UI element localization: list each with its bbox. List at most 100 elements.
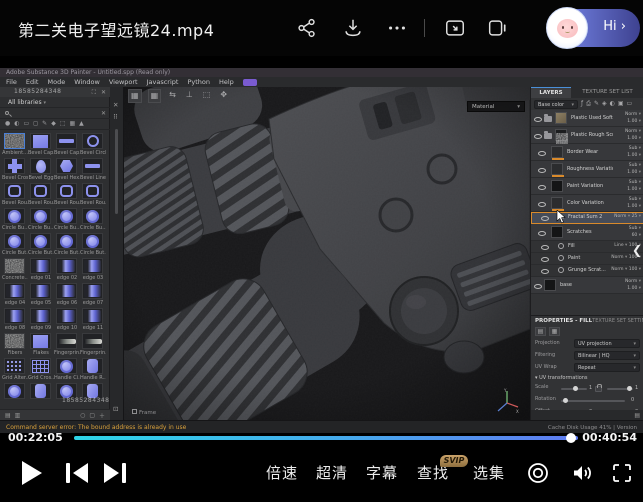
shelf-scrollbar[interactable] <box>115 129 118 214</box>
stamp-icon[interactable]: ⎙ <box>586 101 591 107</box>
menu-item-viewport[interactable]: Viewport <box>109 78 138 86</box>
erase-tool-icon[interactable]: ▦ <box>148 89 162 103</box>
projection-dropdown[interactable]: UV projection▾ <box>574 339 640 348</box>
visibility-eye-icon[interactable] <box>541 255 549 263</box>
asset-item[interactable]: Circle But... <box>54 232 80 257</box>
panel-collapse-handle[interactable]: ❮ <box>632 243 642 257</box>
asset-item[interactable]: Flakes <box>28 332 54 357</box>
layer-row-plastic-rough-scratched[interactable]: Plastic Rough ScratchedNorm ▾1.00 ▾ <box>531 127 643 144</box>
tab-texture-set-settings[interactable]: TEXTURE SET SETTINGS <box>592 316 643 326</box>
materials-filter-icon[interactable]: ◆ <box>51 121 56 127</box>
close-icon[interactable]: ✕ <box>113 101 118 109</box>
asset-item[interactable]: edge 11 <box>80 307 106 332</box>
quality-button[interactable]: 超清 <box>312 443 352 502</box>
layer-effect-paint[interactable]: PaintNorm ▾ 100 ▾ <box>531 253 643 265</box>
asset-item[interactable]: Concrete... <box>2 257 28 282</box>
scale-y-slider[interactable] <box>607 388 633 390</box>
panel-close-icon[interactable]: ✕ <box>101 89 106 96</box>
asset-item[interactable]: edge 03 <box>80 257 106 282</box>
asset-item[interactable]: Grid Alter... <box>2 357 28 382</box>
asset-item[interactable]: Bevel Rou... <box>28 182 54 207</box>
blend-opacity[interactable]: Norm ▾1.00 ▾ <box>625 129 641 143</box>
asset-item[interactable]: Bevel Rou... <box>54 182 80 207</box>
stencils-filter-icon[interactable]: ◻ <box>33 121 38 127</box>
asset-item[interactable] <box>28 382 54 407</box>
layer-thumbnail[interactable] <box>551 197 563 209</box>
asset-item[interactable] <box>2 382 28 407</box>
frame-icon[interactable]: ⬚ <box>201 89 213 103</box>
navigation-gizmo[interactable]: YX <box>494 388 520 414</box>
previous-button[interactable] <box>64 443 90 502</box>
danmaku-settings-icon[interactable] <box>525 443 551 502</box>
grid-view-icon[interactable]: ▥ <box>15 412 21 419</box>
uvwrap-dropdown[interactable]: Repeat▾ <box>574 363 640 372</box>
asset-item[interactable]: Bevel Rou... <box>2 182 28 207</box>
visibility-eye-icon[interactable] <box>538 229 546 237</box>
visibility-eye-icon[interactable] <box>538 183 546 191</box>
asset-item[interactable]: Bevel Rou... <box>80 182 106 207</box>
visibility-eye-icon[interactable] <box>541 214 549 222</box>
layer-row-plastic-used-soft[interactable]: Plastic Used SoftNorm ▾1.00 ▾ <box>531 110 643 127</box>
material-mode-toggle[interactable]: ▤▦ <box>535 327 560 336</box>
asset-item[interactable]: Circle Bu... <box>80 207 106 232</box>
asset-item[interactable]: Circle Bu... <box>2 207 28 232</box>
asset-item[interactable]: Bevel Cap... <box>54 132 80 157</box>
add-effect-icon[interactable]: ƒ <box>581 101 583 107</box>
layer-row-base[interactable]: baseNorm ▾1.00 ▾ <box>531 277 643 294</box>
asset-item[interactable]: Fingerprin... <box>54 332 80 357</box>
layer-thumbnail[interactable] <box>555 129 567 141</box>
menu-item-edit[interactable]: Edit <box>26 78 39 86</box>
asset-item[interactable]: Ambient... <box>2 132 28 157</box>
visibility-eye-icon[interactable] <box>534 282 542 290</box>
bucket-icon[interactable]: ◈ <box>602 101 607 107</box>
symmetry-icon[interactable]: ⊥ <box>184 89 195 103</box>
miniplayer-icon[interactable] <box>486 17 508 39</box>
asset-item[interactable]: Handle R... <box>80 357 106 382</box>
visibility-eye-icon[interactable] <box>538 166 546 174</box>
blend-opacity[interactable]: Norm ▾1.00 ▾ <box>625 112 641 126</box>
asset-item[interactable]: Bevel Cross <box>2 157 28 182</box>
pip-icon[interactable] <box>444 17 466 39</box>
asset-item[interactable]: Bevel Hex... <box>54 157 80 182</box>
asset-item[interactable]: Fibers <box>2 332 28 357</box>
layer-thumbnail[interactable] <box>551 180 563 192</box>
subtitle-button[interactable]: 字幕 <box>362 443 402 502</box>
asset-item[interactable]: edge 04 <box>2 282 28 307</box>
asset-item[interactable]: Circle But... <box>2 232 28 257</box>
channel-dropdown[interactable]: Base color▾ <box>534 100 578 109</box>
share-icon[interactable] <box>296 17 318 39</box>
environments-filter-icon[interactable]: ▲ <box>79 121 84 127</box>
menu-item-mode[interactable]: Mode <box>47 78 65 86</box>
search-input[interactable]: ✕ <box>0 108 110 119</box>
visibility-eye-icon[interactable] <box>538 149 546 157</box>
filtering-dropdown[interactable]: Bilinear | HQ▾ <box>574 351 640 360</box>
list-view-icon[interactable]: ▤ <box>5 412 11 419</box>
textures-filter-icon[interactable]: ▦ <box>69 121 75 127</box>
next-button[interactable] <box>102 443 128 502</box>
layer-effect-fill[interactable]: FillLine ▾ 100 ▾ <box>531 241 643 253</box>
blend-opacity[interactable]: Sub ▾1.00 ▾ <box>627 163 641 177</box>
layer-thumbnail[interactable] <box>551 163 563 175</box>
layer-thumbnail[interactable] <box>555 112 567 124</box>
asset-item[interactable]: Bevel Line <box>80 157 106 182</box>
menu-item-help[interactable]: Help <box>219 78 234 86</box>
asset-item[interactable]: Bevel Cap... <box>28 132 54 157</box>
menu-item-file[interactable]: File <box>6 78 17 86</box>
asset-item[interactable]: Grid Cros... <box>28 357 54 382</box>
projections-filter-icon[interactable]: ▭ <box>24 121 30 127</box>
asset-item[interactable]: edge 06 <box>54 282 80 307</box>
viewport-3d[interactable]: ▦▦⇆⊥⬚✥ Material▾ <box>124 87 530 420</box>
visibility-eye-icon[interactable] <box>541 243 549 251</box>
add-folder-icon[interactable]: ▣ <box>618 101 624 107</box>
blend-opacity[interactable]: Sub ▾60 ▾ <box>629 226 641 240</box>
more-icon[interactable] <box>386 17 408 39</box>
visibility-eye-icon[interactable] <box>534 132 542 140</box>
uv-transformations-section[interactable]: ▾ UV transformations <box>535 375 588 381</box>
menu-item-window[interactable]: Window <box>74 78 100 86</box>
layer-row-color-variation[interactable]: Color VariationSub ▾1.00 ▾ <box>531 195 643 212</box>
size-icon[interactable]: ▢ <box>89 412 95 419</box>
pen-icon[interactable]: ✎ <box>594 101 599 107</box>
visibility-eye-icon[interactable] <box>541 267 549 275</box>
clear-search-icon[interactable]: ✕ <box>101 110 106 117</box>
layer-effect-grunge-scrat-[interactable]: Grunge Scrat...Norm ▾ 100 ▾ <box>531 265 643 277</box>
